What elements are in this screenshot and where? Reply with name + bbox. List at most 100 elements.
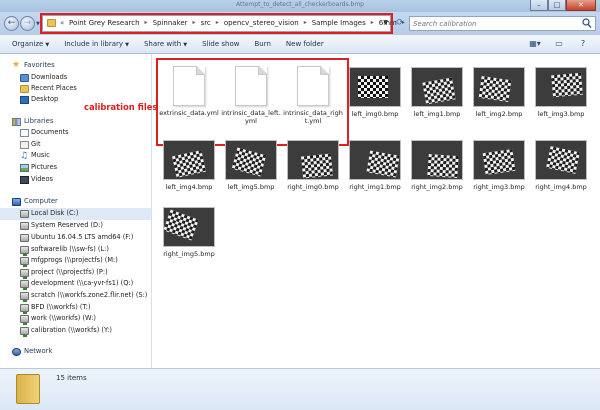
document-icon <box>235 66 267 106</box>
desktop-icon <box>20 96 29 104</box>
nav-drive-item[interactable]: calibration (\\workfs) (Y:) <box>0 325 151 337</box>
network-icon <box>12 348 21 356</box>
file-list: calibration files extrinsic_data.yml intr… <box>84 54 600 368</box>
file-name: left_img2.bmp <box>475 110 523 118</box>
image-file-item[interactable]: left_img1.bmp <box>407 64 467 132</box>
maximize-button[interactable]: □ <box>548 0 566 11</box>
toolbar-button-label: Share with <box>143 40 182 48</box>
nav-item-videos[interactable]: Videos <box>0 174 151 186</box>
nav-item-documents[interactable]: Documents <box>0 127 151 139</box>
item-count: 15 items <box>56 374 87 382</box>
image-file-item[interactable]: right_img0.bmp <box>283 137 343 205</box>
nav-drive-item[interactable]: mfgprogs (\\projectfs) (M:) <box>0 255 151 267</box>
nav-item-label: Downloads <box>31 73 68 81</box>
yml-file-item[interactable]: extrinsic_data.yml <box>159 62 219 130</box>
checkerboard-graphic <box>551 72 583 98</box>
search-box <box>409 16 596 31</box>
help-icon[interactable]: ? <box>574 38 592 50</box>
back-button[interactable]: ← <box>4 16 19 31</box>
folder-icon <box>16 374 40 404</box>
toolbar-slide-show-button[interactable]: Slide show <box>202 40 239 48</box>
yml-file-item[interactable]: intrinsic_data_left.yml <box>221 62 281 130</box>
checkerboard-graphic <box>366 150 400 178</box>
toolbar-button-label: Include in library <box>64 40 124 48</box>
image-file-item[interactable]: right_img1.bmp <box>345 137 405 205</box>
libraries-icon <box>12 118 21 126</box>
image-thumbnail <box>535 140 587 180</box>
nav-drive-label: BFD (\\workfs) (T:) <box>31 303 91 311</box>
checkerboard-graphic <box>172 150 206 178</box>
image-thumbnail <box>411 140 463 180</box>
star-icon: ★ <box>12 60 21 70</box>
image-thumbnail <box>349 140 401 180</box>
checkerboard-graphic <box>482 149 516 175</box>
checkerboard-graphic <box>358 76 388 98</box>
image-file-item[interactable]: left_img5.bmp <box>221 137 281 205</box>
preview-pane-icon[interactable]: ▭ <box>550 38 568 50</box>
file-name: right_img1.bmp <box>349 183 401 191</box>
checkerboard-graphic <box>422 77 456 105</box>
nav-computer[interactable]: Computer <box>0 196 151 208</box>
nav-drive-item[interactable]: Local Disk (C:) <box>0 208 151 220</box>
network-drive-icon <box>20 304 29 314</box>
yml-file-item[interactable]: intrinsic_data_right.yml <box>283 62 343 130</box>
chevron-down-icon: ▼ <box>125 42 129 48</box>
image-file-item[interactable]: left_img0.bmp <box>345 64 405 132</box>
file-name: right_img5.bmp <box>163 250 215 258</box>
document-icon <box>173 66 205 106</box>
search-icon[interactable] <box>582 18 592 29</box>
nav-item-label: Videos <box>31 175 53 183</box>
address-highlight-box <box>40 13 393 34</box>
image-file-item[interactable]: right_img3.bmp <box>469 137 529 205</box>
minimize-button[interactable]: – <box>530 0 548 11</box>
network-drive-icon <box>20 246 29 256</box>
nav-drive-item[interactable]: Ubuntu 16.04.5 LTS amd64 (F:) <box>0 232 151 244</box>
image-file-item[interactable]: right_img5.bmp <box>159 204 219 272</box>
nav-item-pictures[interactable]: Pictures <box>0 162 151 174</box>
image-file-item[interactable]: right_img2.bmp <box>407 137 467 205</box>
network-drive-icon <box>20 280 29 290</box>
chevron-down-icon: ▼ <box>45 42 50 48</box>
nav-drive-item[interactable]: System Reserved (D:) <box>0 220 151 232</box>
file-name: left_img0.bmp <box>351 110 399 118</box>
toolbar-share-with-button[interactable]: Share with ▼ <box>144 40 187 48</box>
music-icon: ♫ <box>20 151 29 161</box>
toolbar-new-folder-button[interactable]: New folder <box>286 40 324 48</box>
view-options-icon[interactable]: ▦▾ <box>526 38 544 50</box>
checkerboard-graphic <box>478 76 512 102</box>
image-file-item[interactable]: left_img3.bmp <box>531 64 591 132</box>
checkerboard-graphic <box>231 147 267 177</box>
image-thumbnail <box>163 207 215 247</box>
image-file-item[interactable]: left_img2.bmp <box>469 64 529 132</box>
videos-icon <box>20 176 29 184</box>
nav-item-label: Documents <box>31 128 69 136</box>
toolbar-organize-button[interactable]: Organize ▼ <box>12 40 49 48</box>
network-drive-icon <box>20 292 29 302</box>
checkerboard-graphic <box>164 209 199 241</box>
nav-item-music[interactable]: ♫ Music <box>0 150 151 162</box>
nav-drive-label: calibration (\\workfs) (Y:) <box>31 326 112 334</box>
toolbar-burn-button[interactable]: Burn <box>254 40 270 48</box>
image-file-item[interactable]: right_img4.bmp <box>531 137 591 205</box>
nav-drive-item[interactable]: development (\\ca-yvr-fs1) (Q:) <box>0 278 151 290</box>
image-thumbnail <box>473 140 525 180</box>
nav-item-label: Pictures <box>31 163 58 171</box>
toolbar-include-in-library-button[interactable]: Include in library ▼ <box>64 40 129 48</box>
nav-drive-item[interactable]: scratch (\\workfs.zone2.flir.net) (S:) <box>0 290 151 302</box>
refresh-icon[interactable]: ⟳ <box>393 16 407 31</box>
nav-computer-label: Computer <box>24 197 58 205</box>
toolbar-button-label: New folder <box>285 40 324 48</box>
image-file-item[interactable]: left_img4.bmp <box>159 137 219 205</box>
nav-drive-item[interactable]: work (\\workfs) (W:) <box>0 313 151 325</box>
image-thumbnail <box>163 140 215 180</box>
search-input[interactable] <box>413 18 578 29</box>
window-title: Attempt_to_detect_all_checkerboards.bmp <box>236 1 364 8</box>
checkerboard-graphic <box>427 153 459 179</box>
nav-favorites[interactable]: ★ Favorites <box>0 60 151 72</box>
nav-network[interactable]: Network <box>0 346 151 358</box>
image-thumbnail <box>225 140 277 180</box>
forward-button[interactable]: → <box>20 16 35 31</box>
close-button[interactable]: ✕ <box>566 0 596 11</box>
toolbar-button-label: Burn <box>254 40 271 48</box>
window-controls: – □ ✕ <box>530 0 596 12</box>
